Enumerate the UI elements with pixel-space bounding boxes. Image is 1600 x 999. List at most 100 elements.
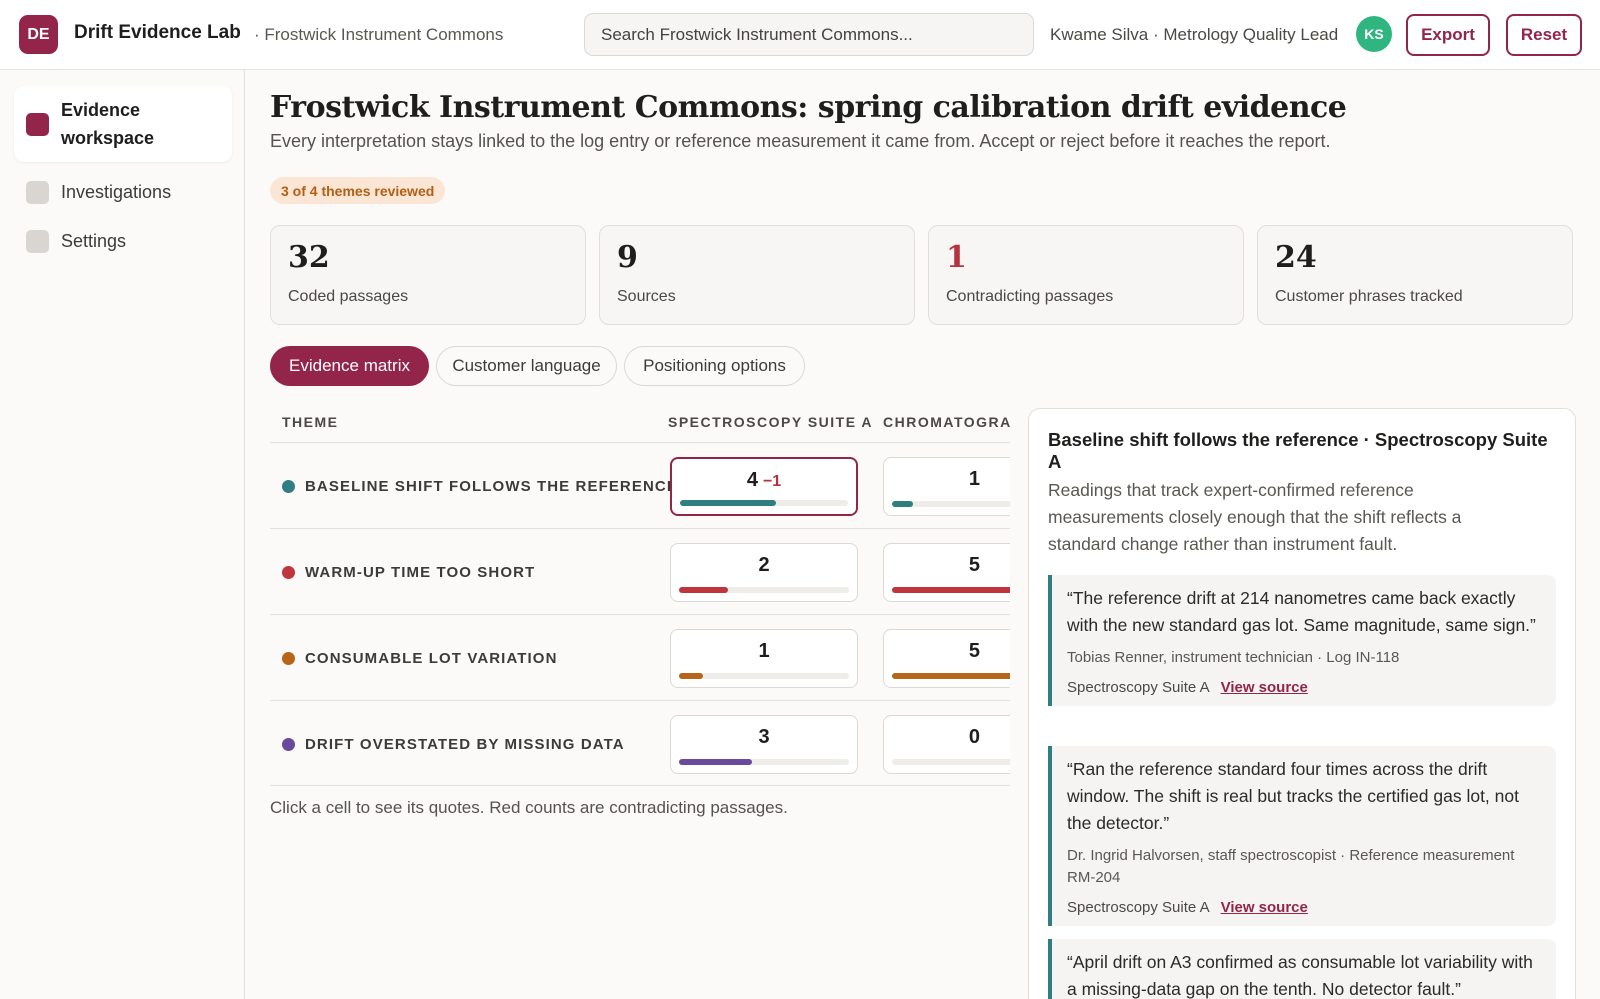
stat-label: Coded passages: [288, 288, 409, 305]
cell-count: 3: [758, 726, 770, 748]
stat-card-coded-passages: 32 Coded passages: [270, 225, 586, 325]
cell-bar: [892, 759, 1010, 765]
matrix-cell[interactable]: 4 −1: [670, 457, 858, 516]
cell-bar-fill: [679, 587, 729, 593]
stat-card-customer-phrases: 24 Customer phrases tracked: [1257, 225, 1573, 325]
stat-value: 9: [617, 240, 638, 275]
detail-title: Baseline shift follows the reference · S…: [1048, 429, 1548, 472]
cell-bar-fill: [679, 673, 703, 679]
cell-bar: [892, 501, 1010, 507]
matrix-cell[interactable]: 3: [670, 715, 858, 774]
view-source-link[interactable]: View source: [1221, 679, 1308, 696]
cell-count: 4 −1: [746, 469, 782, 491]
cell-count: 0: [968, 726, 980, 748]
quote-attribution: Tobias Renner, instrument technician · L…: [1067, 649, 1400, 666]
sidebar-item-evidence-workspace[interactable]: Evidence workspace: [14, 86, 232, 162]
stat-card-sources: 9 Sources: [599, 225, 915, 325]
stat-label: Customer phrases tracked: [1275, 288, 1463, 305]
settings-icon: [26, 229, 49, 253]
matrix-row: WARM-UP TIME TOO SHORT 2 5: [270, 528, 1010, 614]
cell-count: 5: [968, 554, 980, 576]
stat-value: 24: [1275, 240, 1317, 275]
matrix-cell[interactable]: 1: [670, 629, 858, 688]
matrix-row: CONSUMABLE LOT VARIATION 1 5: [270, 614, 1010, 700]
quote-footer: Spectroscopy Suite A View source: [1067, 679, 1540, 696]
quote-card: “Ran the reference standard four times a…: [1048, 746, 1556, 926]
theme-label: DRIFT OVERSTATED BY MISSING DATA: [282, 701, 625, 787]
theme-color-dot: [282, 565, 295, 579]
column-header-spectroscopy-suite-a: SPECTROSCOPY SUITE A: [668, 414, 874, 430]
theme-name: BASELINE SHIFT FOLLOWS THE REFERENCE: [305, 477, 678, 495]
cell-bar-fill: [892, 587, 1010, 593]
matrix-cell[interactable]: 5: [883, 629, 1010, 688]
tab-customer-language[interactable]: Customer language: [436, 346, 617, 386]
cell-bar-fill: [892, 673, 1010, 679]
search-input[interactable]: [584, 13, 1034, 56]
matrix-cell[interactable]: 0: [883, 715, 1010, 774]
quote-card: “April drift on A3 confirmed as consumab…: [1048, 939, 1556, 999]
user-avatar[interactable]: KS: [1356, 16, 1392, 52]
matrix-cell[interactable]: 2: [670, 543, 858, 602]
app-name: Drift Evidence Lab: [74, 22, 241, 43]
stat-value: 32: [288, 240, 330, 275]
cell-bar: [892, 673, 1010, 679]
theme-name: WARM-UP TIME TOO SHORT: [305, 563, 536, 581]
tab-positioning-options[interactable]: Positioning options: [624, 346, 805, 386]
quote-text: “Ran the reference standard four times a…: [1067, 759, 1519, 833]
detail-description: Readings that track expert-confirmed ref…: [1048, 480, 1462, 554]
view-source-link[interactable]: View source: [1221, 899, 1308, 916]
theme-name: CONSUMABLE LOT VARIATION: [305, 649, 558, 667]
quote-footer: Spectroscopy Suite A View source: [1067, 899, 1540, 916]
cell-count: 2: [758, 554, 770, 576]
quote-attribution: Dr. Ingrid Halvorsen, staff spectroscopi…: [1067, 847, 1515, 886]
cell-bar-fill: [892, 501, 913, 507]
export-button[interactable]: Export: [1406, 14, 1490, 56]
cell-bar: [679, 759, 849, 765]
cell-count: 5: [968, 640, 980, 662]
column-header-chromatography: CHROMATOGRAF: [883, 414, 1010, 430]
stat-value: 1: [946, 240, 967, 275]
quote-text: “April drift on A3 confirmed as consumab…: [1067, 952, 1533, 999]
theme-color-dot: [282, 651, 295, 665]
quote-source: Spectroscopy Suite A: [1067, 899, 1210, 916]
theme-color-dot: [282, 737, 295, 751]
cell-bar-fill: [680, 500, 776, 506]
cell-bar: [892, 587, 1010, 593]
evidence-workspace-icon: [26, 112, 49, 136]
quote-card: “The reference drift at 214 nanometres c…: [1048, 575, 1556, 706]
top-bar: DE Drift Evidence Lab · Frostwick Instru…: [0, 0, 1600, 70]
cell-bar-fill: [679, 759, 753, 765]
user-label: Kwame Silva · Metrology Quality Lead: [1050, 25, 1339, 44]
theme-label: CONSUMABLE LOT VARIATION: [282, 615, 558, 701]
reset-button[interactable]: Reset: [1506, 14, 1582, 56]
cell-count: 1: [758, 640, 770, 662]
matrix-hint: Click a cell to see its quotes. Red coun…: [270, 798, 788, 817]
tab-evidence-matrix[interactable]: Evidence matrix: [270, 346, 429, 386]
quote-text: “The reference drift at 214 nanometres c…: [1067, 588, 1536, 635]
cell-bar: [680, 500, 848, 506]
sidebar-item-label: Investigations: [61, 182, 172, 202]
evidence-detail-panel: Baseline shift follows the reference · S…: [1028, 408, 1576, 999]
sidebar-item-label: Evidence workspace: [61, 100, 155, 148]
matrix-row: DRIFT OVERSTATED BY MISSING DATA 3 0: [270, 700, 1010, 786]
investigations-icon: [26, 180, 49, 204]
matrix-row: BASELINE SHIFT FOLLOWS THE REFERENCE 4 −1…: [270, 442, 1010, 528]
theme-color-dot: [282, 479, 295, 493]
cell-count: 1: [968, 468, 980, 490]
contradicting-count: −1: [762, 473, 782, 490]
stat-label: Sources: [617, 288, 676, 305]
sidebar-item-settings[interactable]: Settings: [14, 219, 232, 263]
workspace-breadcrumb[interactable]: · Frostwick Instrument Commons: [254, 25, 503, 45]
matrix-cell[interactable]: 1: [883, 457, 1010, 516]
main-content: Frostwick Instrument Commons: spring cal…: [246, 70, 1600, 999]
app-logo[interactable]: DE: [19, 15, 58, 54]
stat-label: Contradicting passages: [946, 288, 1114, 305]
page-subtitle: Every interpretation stays linked to the…: [270, 131, 1331, 151]
sidebar-item-investigations[interactable]: Investigations: [14, 170, 232, 214]
sidebar-item-label: Settings: [61, 231, 127, 251]
cell-bar: [679, 673, 849, 679]
matrix-cell[interactable]: 5: [883, 543, 1010, 602]
theme-label: BASELINE SHIFT FOLLOWS THE REFERENCE: [282, 443, 678, 529]
stat-card-contradicting-passages: 1 Contradicting passages: [928, 225, 1244, 325]
theme-label: WARM-UP TIME TOO SHORT: [282, 529, 535, 615]
